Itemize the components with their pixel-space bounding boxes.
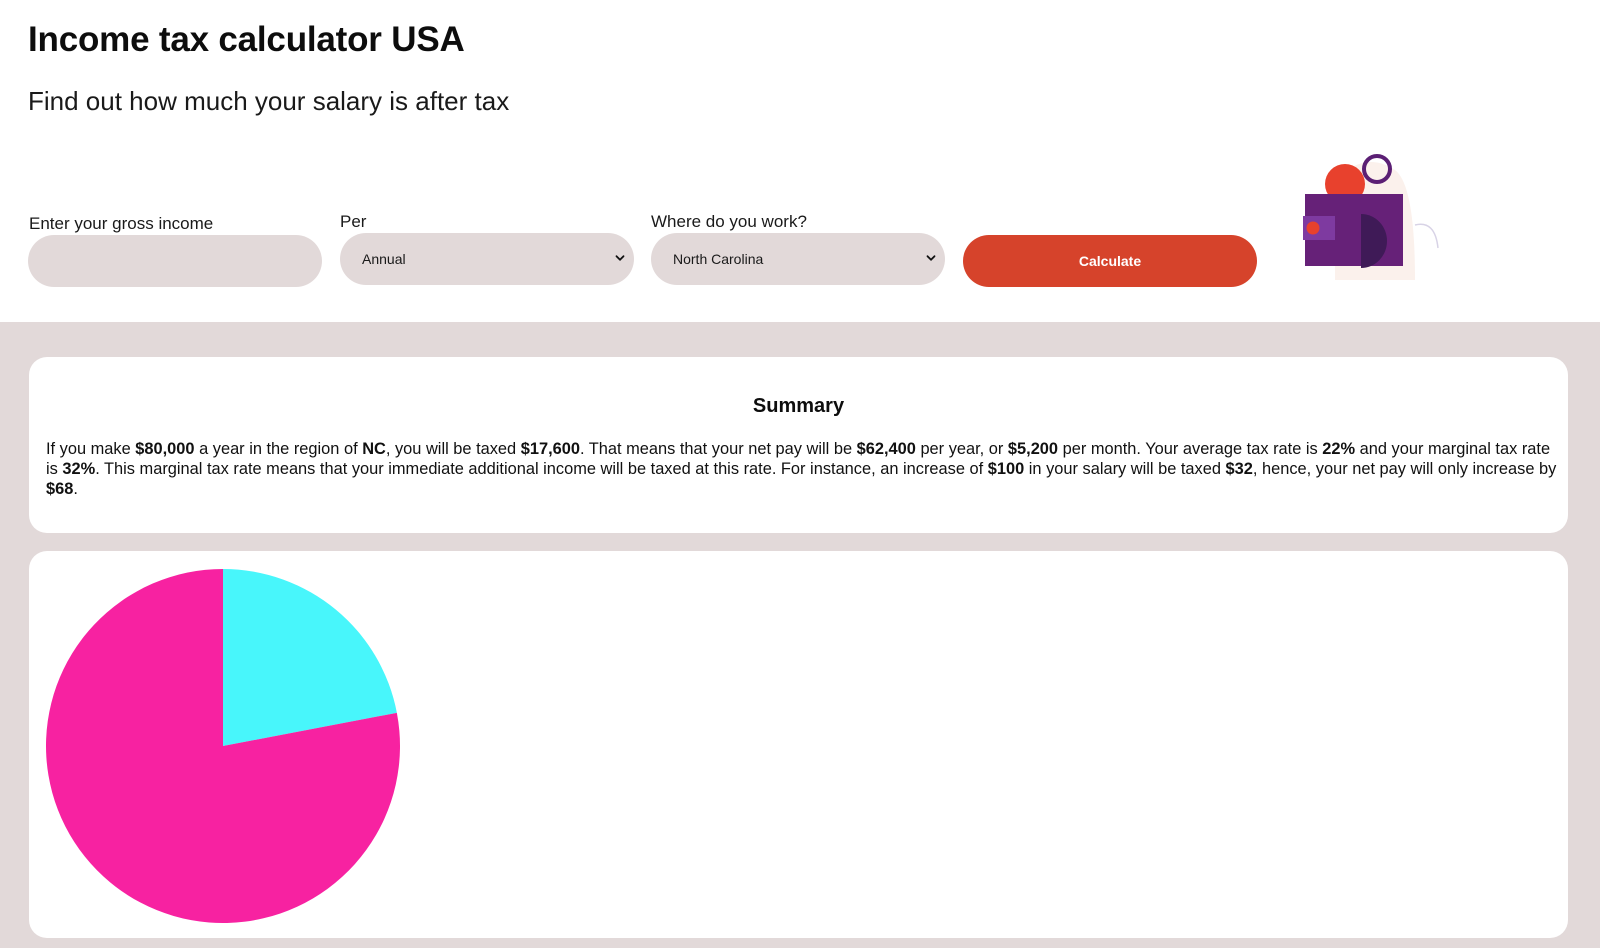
summary-net-month: $5,200 bbox=[1007, 440, 1059, 458]
summary-text-part: , you will be taxed bbox=[385, 440, 521, 458]
chevron-down-icon bbox=[926, 255, 936, 261]
summary-region: NC bbox=[362, 440, 386, 458]
page-subtitle: Find out how much your salary is after t… bbox=[28, 86, 510, 116]
summary-text-part: in your salary will be taxed bbox=[1024, 460, 1226, 478]
summary-text-part: . That means that your net pay will be bbox=[579, 440, 857, 458]
calculate-button[interactable]: Calculate bbox=[963, 235, 1257, 287]
wallet-illustration bbox=[1303, 154, 1439, 280]
income-label: Enter your gross income bbox=[29, 214, 214, 233]
summary-average-rate: 22% bbox=[1322, 440, 1356, 458]
summary-text: If you make $80,000 a year in the region… bbox=[46, 439, 1558, 499]
region-select-value: North Carolina bbox=[673, 251, 764, 267]
summary-text-part: If you make bbox=[46, 440, 136, 458]
summary-card: Summary If you make $80,000 a year in th… bbox=[29, 357, 1568, 533]
summary-text-part: . bbox=[73, 480, 78, 498]
summary-net-year: $62,400 bbox=[856, 440, 916, 458]
region-select[interactable]: North Carolina bbox=[651, 233, 945, 285]
summary-increase-net: $68 bbox=[46, 480, 74, 498]
calculator-header: Income tax calculator USA Find out how m… bbox=[0, 0, 1600, 322]
page-title: Income tax calculator USA bbox=[28, 20, 465, 59]
region-label: Where do you work? bbox=[651, 212, 807, 231]
summary-text-part: a year in the region of bbox=[194, 440, 363, 458]
summary-text-part: per year, or bbox=[915, 440, 1008, 458]
summary-increase: $100 bbox=[987, 460, 1025, 478]
per-label: Per bbox=[340, 212, 367, 231]
summary-marginal-rate: 32% bbox=[62, 460, 96, 478]
per-select-value: Annual bbox=[362, 251, 406, 267]
summary-text-part: per month. Your average tax rate is bbox=[1058, 440, 1323, 458]
gross-income-input[interactable] bbox=[28, 235, 322, 287]
summary-increase-tax: $32 bbox=[1225, 460, 1253, 478]
chart-card bbox=[29, 551, 1568, 938]
summary-text-part: . This marginal tax rate means that your… bbox=[95, 460, 988, 478]
chevron-down-icon bbox=[615, 255, 625, 261]
summary-text-part: , hence, your net pay will only increase… bbox=[1252, 460, 1557, 478]
summary-tax: $17,600 bbox=[520, 440, 580, 458]
summary-title: Summary bbox=[752, 395, 845, 417]
summary-salary: $80,000 bbox=[135, 440, 195, 458]
per-select[interactable]: Annual bbox=[340, 233, 634, 285]
tax-pie-chart bbox=[46, 569, 400, 923]
